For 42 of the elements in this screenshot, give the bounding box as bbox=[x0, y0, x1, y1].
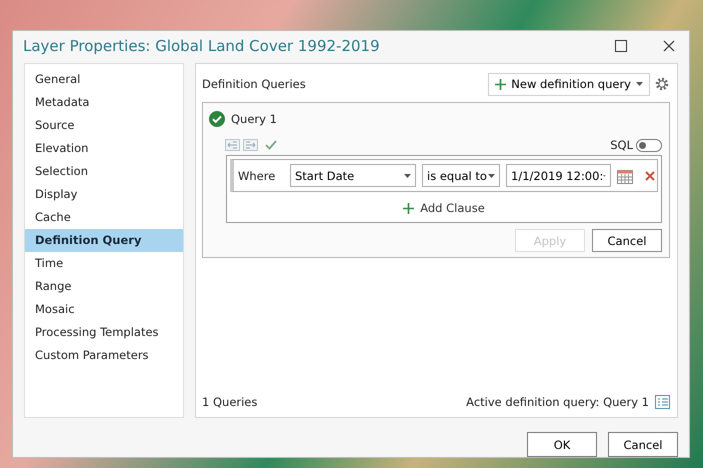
dropdown-caret-icon bbox=[404, 174, 411, 178]
sidebar-item[interactable]: Mosaic bbox=[25, 298, 183, 321]
verify-check-icon[interactable] bbox=[265, 140, 277, 150]
sidebar-item[interactable]: Metadata bbox=[25, 91, 183, 114]
sidebar-item[interactable]: Display bbox=[25, 183, 183, 206]
value-dropdown[interactable]: 1/1/2019 12:00: bbox=[506, 164, 611, 187]
where-label: Where bbox=[238, 168, 276, 182]
sidebar-item[interactable]: Selection bbox=[25, 160, 183, 183]
calendar-icon[interactable] bbox=[617, 168, 633, 184]
sidebar-item[interactable]: Elevation bbox=[25, 137, 183, 160]
settings-icon[interactable] bbox=[654, 76, 670, 92]
sidebar-item[interactable]: Custom Parameters bbox=[25, 344, 183, 367]
sidebar-item[interactable]: Source bbox=[25, 114, 183, 137]
sidebar-item[interactable]: Definition Query bbox=[25, 229, 183, 252]
close-icon bbox=[663, 40, 675, 52]
sidebar-item[interactable]: Time bbox=[25, 252, 183, 275]
dropdown-caret-icon bbox=[603, 174, 606, 178]
sidebar-item[interactable]: General bbox=[25, 68, 183, 91]
cancel-query-button[interactable]: Cancel bbox=[592, 229, 662, 252]
sql-label: SQL bbox=[610, 138, 633, 152]
sidebar-item[interactable]: Processing Templates bbox=[25, 321, 183, 344]
panel-title: Definition Queries bbox=[202, 77, 307, 91]
dialog-button[interactable]: Cancel bbox=[608, 432, 678, 457]
sidebar-item[interactable]: Range bbox=[25, 275, 183, 298]
dialog-button[interactable]: OK bbox=[527, 432, 597, 457]
list-icon[interactable] bbox=[655, 395, 670, 409]
plus-icon bbox=[495, 78, 506, 90]
operator-dropdown[interactable]: is equal to bbox=[422, 164, 500, 187]
field-dropdown[interactable]: Start Date bbox=[290, 164, 416, 187]
sidebar-item[interactable]: Cache bbox=[25, 206, 183, 229]
query-count: 1 Queries bbox=[202, 395, 258, 409]
query-name: Query 1 bbox=[231, 112, 277, 126]
new-definition-query-button[interactable]: New definition query bbox=[488, 72, 650, 96]
dropdown-caret-icon bbox=[488, 174, 495, 178]
dropdown-caret-icon bbox=[636, 82, 643, 86]
delete-clause-icon[interactable] bbox=[645, 170, 655, 180]
window-title: Layer Properties: Global Land Cover 1992-2019 bbox=[23, 37, 381, 55]
plus-icon bbox=[403, 202, 414, 214]
active-query-label: Active definition query: Query 1 bbox=[466, 395, 649, 409]
sql-toggle[interactable] bbox=[636, 138, 662, 152]
maximize-icon bbox=[615, 40, 627, 52]
add-clause-button[interactable]: Add Clause bbox=[397, 200, 491, 216]
